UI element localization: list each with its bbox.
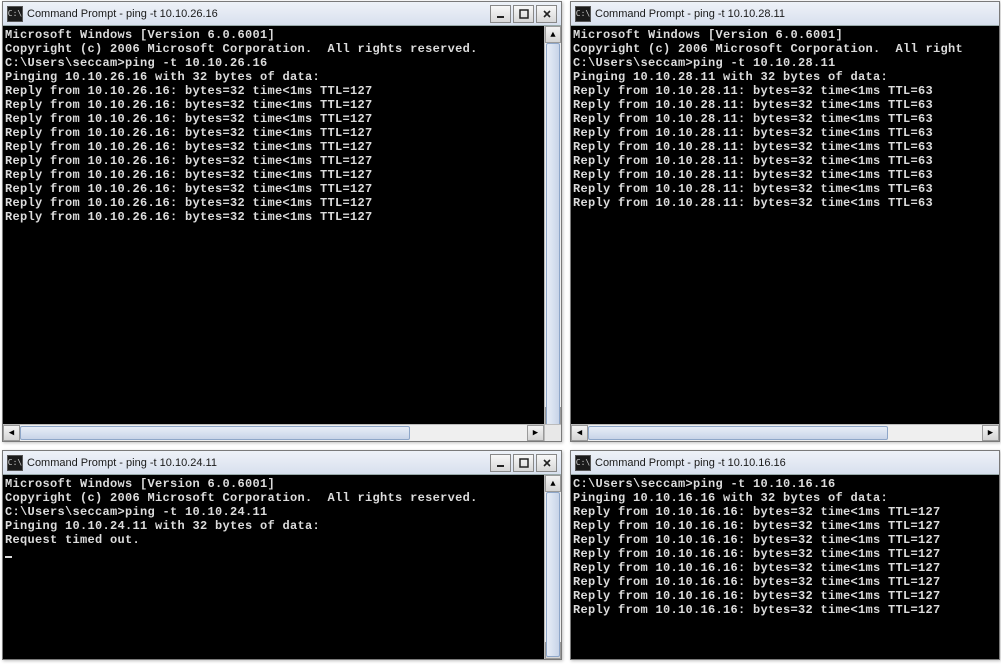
terminal-line: Reply from 10.10.28.11: bytes=32 time<1m… xyxy=(573,182,997,196)
scroll-left-button[interactable]: ◀ xyxy=(571,425,588,441)
terminal-line: Reply from 10.10.26.16: bytes=32 time<1m… xyxy=(5,154,542,168)
terminal-line: Reply from 10.10.16.16: bytes=32 time<1m… xyxy=(573,603,997,617)
cmd-window[interactable]: C:\ Command Prompt - ping -t 10.10.28.11 M… xyxy=(570,1,1000,442)
terminal-line: Microsoft Windows [Version 6.0.6001] xyxy=(573,28,997,42)
window-controls xyxy=(488,5,557,23)
terminal-line: Microsoft Windows [Version 6.0.6001] xyxy=(5,477,542,491)
window-title: Command Prompt - ping -t 10.10.16.16 xyxy=(595,457,995,469)
terminal-line: Reply from 10.10.28.11: bytes=32 time<1m… xyxy=(573,98,997,112)
scroll-left-button[interactable]: ◀ xyxy=(3,425,20,441)
window-title: Command Prompt - ping -t 10.10.26.16 xyxy=(27,8,488,20)
terminal-line: Reply from 10.10.28.11: bytes=32 time<1m… xyxy=(573,126,997,140)
scroll-up-button[interactable]: ▲ xyxy=(545,475,561,492)
terminal-line: Reply from 10.10.26.16: bytes=32 time<1m… xyxy=(5,126,542,140)
cursor-line xyxy=(5,547,542,561)
close-button[interactable] xyxy=(536,5,557,23)
cmd-window[interactable]: C:\ Command Prompt - ping -t 10.10.24.11 M… xyxy=(2,450,562,660)
scroll-right-button[interactable]: ▶ xyxy=(527,425,544,441)
terminal-line: Pinging 10.10.24.11 with 32 bytes of dat… xyxy=(5,519,542,533)
terminal-output[interactable]: C:\Users\seccam>ping -t 10.10.16.16Pingi… xyxy=(571,475,999,659)
terminal-line: Reply from 10.10.28.11: bytes=32 time<1m… xyxy=(573,154,997,168)
window-controls xyxy=(488,454,557,472)
terminal-output[interactable]: Microsoft Windows [Version 6.0.6001]Copy… xyxy=(3,475,544,659)
terminal-line: Reply from 10.10.26.16: bytes=32 time<1m… xyxy=(5,98,542,112)
scroll-track[interactable] xyxy=(588,425,982,441)
terminal-line: Reply from 10.10.28.11: bytes=32 time<1m… xyxy=(573,140,997,154)
terminal-line: Reply from 10.10.16.16: bytes=32 time<1m… xyxy=(573,505,997,519)
horizontal-scrollbar[interactable]: ◀▶ xyxy=(571,424,999,441)
terminal-line: Copyright (c) 2006 Microsoft Corporation… xyxy=(5,42,542,56)
maximize-button[interactable] xyxy=(513,454,534,472)
terminal-line: Pinging 10.10.26.16 with 32 bytes of dat… xyxy=(5,70,542,84)
window-title: Command Prompt - ping -t 10.10.28.11 xyxy=(595,8,995,20)
terminal-line: Request timed out. xyxy=(5,533,542,547)
cmd-icon: C:\ xyxy=(7,455,23,471)
cmd-icon: C:\ xyxy=(575,455,591,471)
terminal-line: Pinging 10.10.16.16 with 32 bytes of dat… xyxy=(573,491,997,505)
terminal-line: Reply from 10.10.28.11: bytes=32 time<1m… xyxy=(573,112,997,126)
scroll-thumb[interactable] xyxy=(20,426,410,440)
maximize-button[interactable] xyxy=(513,5,534,23)
scroll-up-button[interactable]: ▲ xyxy=(545,26,561,43)
terminal-line: Reply from 10.10.28.11: bytes=32 time<1m… xyxy=(573,168,997,182)
scroll-track[interactable] xyxy=(545,492,561,642)
terminal-line: Reply from 10.10.28.11: bytes=32 time<1m… xyxy=(573,196,997,210)
terminal-output[interactable]: Microsoft Windows [Version 6.0.6001]Copy… xyxy=(571,26,999,424)
terminal-line: Reply from 10.10.16.16: bytes=32 time<1m… xyxy=(573,561,997,575)
scroll-thumb[interactable] xyxy=(546,492,560,657)
terminal-line: C:\Users\seccam>ping -t 10.10.28.11 xyxy=(573,56,997,70)
scroll-right-button[interactable]: ▶ xyxy=(982,425,999,441)
cmd-window[interactable]: C:\ Command Prompt - ping -t 10.10.26.16 M… xyxy=(2,1,562,442)
titlebar[interactable]: C:\ Command Prompt - ping -t 10.10.28.11 xyxy=(571,2,999,26)
terminal-line: Reply from 10.10.16.16: bytes=32 time<1m… xyxy=(573,519,997,533)
scroll-track[interactable] xyxy=(20,425,527,441)
terminal-line: Reply from 10.10.26.16: bytes=32 time<1m… xyxy=(5,112,542,126)
titlebar[interactable]: C:\ Command Prompt - ping -t 10.10.16.16 xyxy=(571,451,999,475)
terminal-line: Reply from 10.10.16.16: bytes=32 time<1m… xyxy=(573,589,997,603)
close-button[interactable] xyxy=(536,454,557,472)
minimize-button[interactable] xyxy=(490,454,511,472)
terminal-output[interactable]: Microsoft Windows [Version 6.0.6001]Copy… xyxy=(3,26,544,424)
terminal-line: Microsoft Windows [Version 6.0.6001] xyxy=(5,28,542,42)
terminal-line: Reply from 10.10.28.11: bytes=32 time<1m… xyxy=(573,84,997,98)
terminal-line: Reply from 10.10.16.16: bytes=32 time<1m… xyxy=(573,575,997,589)
terminal-line: C:\Users\seccam>ping -t 10.10.26.16 xyxy=(5,56,542,70)
terminal-line: Reply from 10.10.26.16: bytes=32 time<1m… xyxy=(5,140,542,154)
titlebar[interactable]: C:\ Command Prompt - ping -t 10.10.26.16 xyxy=(3,2,561,26)
scroll-thumb[interactable] xyxy=(588,426,888,440)
terminal-line: Reply from 10.10.26.16: bytes=32 time<1m… xyxy=(5,196,542,210)
window-title: Command Prompt - ping -t 10.10.24.11 xyxy=(27,457,488,469)
terminal-line: Pinging 10.10.28.11 with 32 bytes of dat… xyxy=(573,70,997,84)
terminal-line: Copyright (c) 2006 Microsoft Corporation… xyxy=(573,42,997,56)
vertical-scrollbar[interactable]: ▲▼ xyxy=(544,26,561,424)
terminal-line: Reply from 10.10.26.16: bytes=32 time<1m… xyxy=(5,168,542,182)
horizontal-scrollbar[interactable]: ◀▶ xyxy=(3,424,561,441)
terminal-line: Reply from 10.10.26.16: bytes=32 time<1m… xyxy=(5,210,542,224)
scroll-thumb[interactable] xyxy=(546,43,560,424)
cmd-icon: C:\ xyxy=(7,6,23,22)
scroll-track[interactable] xyxy=(545,43,561,407)
terminal-line: Reply from 10.10.16.16: bytes=32 time<1m… xyxy=(573,547,997,561)
cmd-icon: C:\ xyxy=(575,6,591,22)
terminal-line: Reply from 10.10.26.16: bytes=32 time<1m… xyxy=(5,182,542,196)
vertical-scrollbar[interactable]: ▲▼ xyxy=(544,475,561,659)
cursor-icon xyxy=(5,556,12,558)
terminal-line: Reply from 10.10.26.16: bytes=32 time<1m… xyxy=(5,84,542,98)
terminal-line: Reply from 10.10.16.16: bytes=32 time<1m… xyxy=(573,533,997,547)
scrollbar-corner xyxy=(544,425,561,441)
titlebar[interactable]: C:\ Command Prompt - ping -t 10.10.24.11 xyxy=(3,451,561,475)
cmd-window[interactable]: C:\Command Prompt - ping -t 10.10.16.16C… xyxy=(570,450,1000,660)
terminal-line: C:\Users\seccam>ping -t 10.10.24.11 xyxy=(5,505,542,519)
minimize-button[interactable] xyxy=(490,5,511,23)
terminal-line: Copyright (c) 2006 Microsoft Corporation… xyxy=(5,491,542,505)
terminal-line: C:\Users\seccam>ping -t 10.10.16.16 xyxy=(573,477,997,491)
